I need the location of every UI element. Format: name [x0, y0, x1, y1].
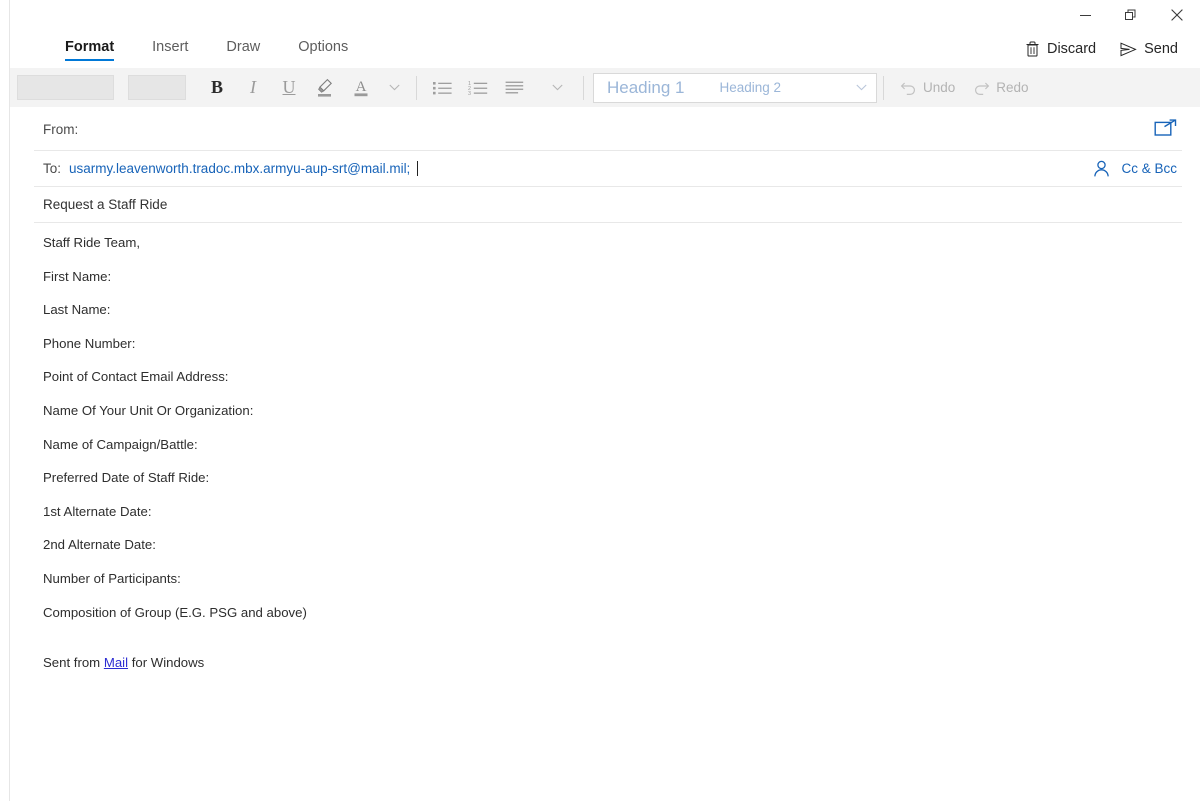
ribbon-tabs: Format Insert Draw Options	[46, 30, 367, 68]
tab-insert-label: Insert	[152, 39, 189, 55]
send-button[interactable]: Send	[1110, 35, 1188, 63]
from-field-row[interactable]: From:	[34, 108, 1182, 151]
close-icon	[1171, 9, 1183, 21]
signature-suffix: for Windows	[128, 655, 205, 671]
tab-draw-label: Draw	[226, 39, 261, 55]
cc-bcc-button[interactable]: Cc & Bcc	[1121, 161, 1177, 176]
numbered-list-icon: 1 2 3	[468, 81, 488, 96]
to-row-right: Cc & Bcc	[1093, 160, 1182, 178]
to-recipient-value: usarmy.leavenworth.tradoc.mbx.armyu-aup-…	[69, 161, 411, 176]
maximize-restore-button[interactable]	[1108, 0, 1154, 30]
mail-link[interactable]: Mail	[104, 655, 128, 670]
to-recipient-input[interactable]: usarmy.leavenworth.tradoc.mbx.armyu-aup-…	[69, 161, 419, 176]
paragraph-more-button[interactable]	[542, 72, 572, 104]
subject-field-row[interactable]: Request a Staff Ride	[34, 187, 1182, 223]
title-bar	[10, 0, 1200, 30]
redo-label: Redo	[996, 80, 1029, 95]
body-line: Last Name:	[43, 302, 111, 318]
restore-icon	[1125, 9, 1136, 20]
font-size-combobox[interactable]	[128, 75, 186, 100]
ribbon-tab-bar: Format Insert Draw Options Discard Send	[10, 30, 1200, 68]
discard-label: Discard	[1046, 41, 1097, 57]
signature-line: Sent from Mail for Windows	[43, 654, 1163, 672]
tab-format[interactable]: Format	[46, 30, 133, 68]
tab-options-label: Options	[298, 39, 349, 55]
minimize-icon	[1079, 14, 1091, 16]
app-root: Format Insert Draw Options Discard Send …	[0, 0, 1200, 801]
toolbar-separator-2	[583, 75, 584, 100]
chevron-down-icon	[855, 84, 867, 91]
font-name-combobox[interactable]	[17, 75, 114, 100]
bulleted-list-button[interactable]	[424, 72, 460, 104]
underline-button[interactable]: U	[271, 72, 307, 104]
chevron-down-icon	[388, 84, 400, 91]
message-body[interactable]: Staff Ride Team, First Name: Last Name: …	[43, 234, 1163, 672]
popout-button[interactable]	[1154, 119, 1177, 139]
contact-picker-button[interactable]	[1093, 160, 1110, 178]
bulleted-list-icon	[432, 81, 452, 94]
redo-button[interactable]: Redo	[964, 75, 1037, 100]
undo-icon	[900, 82, 915, 95]
close-button[interactable]	[1154, 0, 1200, 30]
body-line: Name Of Your Unit Or Organization:	[43, 402, 254, 418]
body-line: Number of Participants:	[43, 570, 181, 586]
align-left-icon	[505, 81, 523, 93]
style-heading-2[interactable]: Heading 2	[720, 80, 782, 95]
style-heading-1[interactable]: Heading 1	[607, 78, 685, 98]
bold-button[interactable]: B	[199, 72, 235, 104]
popout-icon	[1154, 119, 1177, 136]
body-line: 2nd Alternate Date:	[43, 537, 156, 553]
tab-format-label: Format	[65, 39, 115, 55]
tab-insert[interactable]: Insert	[133, 30, 207, 68]
font-group: B I U A	[10, 68, 409, 107]
body-line: Name of Campaign/Battle:	[43, 436, 198, 452]
signature-prefix: Sent from	[43, 655, 104, 671]
person-icon	[1094, 160, 1110, 176]
send-label: Send	[1144, 41, 1178, 57]
trash-icon	[1026, 41, 1039, 57]
undo-label: Undo	[923, 80, 956, 95]
toolbar-separator-1	[416, 75, 417, 100]
body-line: Phone Number:	[43, 335, 136, 351]
body-line: Staff Ride Team,	[43, 235, 141, 250]
font-more-button[interactable]	[379, 72, 409, 104]
tab-options[interactable]: Options	[279, 30, 367, 68]
from-label: From:	[43, 121, 79, 137]
font-color-letter: A	[356, 79, 367, 95]
highlight-button[interactable]	[307, 72, 343, 104]
toolbar-separator-3	[883, 75, 884, 100]
from-row-right	[1154, 119, 1182, 139]
paragraph-group: 1 2 3	[424, 68, 572, 107]
format-toolbar: B I U A 1 2 3 Heading 1 Heading 2 Undo R…	[10, 68, 1200, 107]
paragraph-align-button[interactable]	[496, 72, 532, 104]
subject-input[interactable]: Request a Staff Ride	[34, 197, 167, 212]
body-line: 1st Alternate Date:	[43, 503, 152, 519]
to-field-row[interactable]: To: usarmy.leavenworth.tradoc.mbx.armyu-…	[34, 151, 1182, 187]
caption-button-group	[1062, 0, 1200, 30]
body-line: Preferred Date of Staff Ride:	[43, 470, 210, 486]
minimize-button[interactable]	[1062, 0, 1108, 30]
chevron-down-icon	[551, 84, 563, 91]
styles-more-button[interactable]	[850, 74, 872, 102]
body-line: First Name:	[43, 268, 112, 284]
ribbon-actions: Discard Send	[1015, 32, 1188, 66]
numbered-list-button[interactable]: 1 2 3	[460, 72, 496, 104]
discard-button[interactable]: Discard	[1015, 35, 1106, 63]
font-color-icon: A	[354, 79, 368, 97]
highlighter-icon	[318, 78, 332, 97]
undo-button[interactable]: Undo	[891, 75, 964, 100]
compose-window: Format Insert Draw Options Discard Send …	[9, 0, 1200, 801]
body-line: Point of Contact Email Address:	[43, 369, 229, 385]
styles-gallery[interactable]: Heading 1 Heading 2	[593, 72, 877, 103]
tab-draw[interactable]: Draw	[207, 30, 279, 68]
redo-icon	[975, 82, 990, 95]
to-label: To:	[43, 161, 62, 176]
num-3: 3	[468, 91, 471, 96]
body-line: Composition of Group (E.G. PSG and above…	[43, 604, 307, 620]
italic-button[interactable]: I	[235, 72, 271, 104]
text-caret	[417, 161, 419, 176]
font-color-button[interactable]: A	[343, 72, 379, 104]
send-icon	[1120, 41, 1137, 56]
